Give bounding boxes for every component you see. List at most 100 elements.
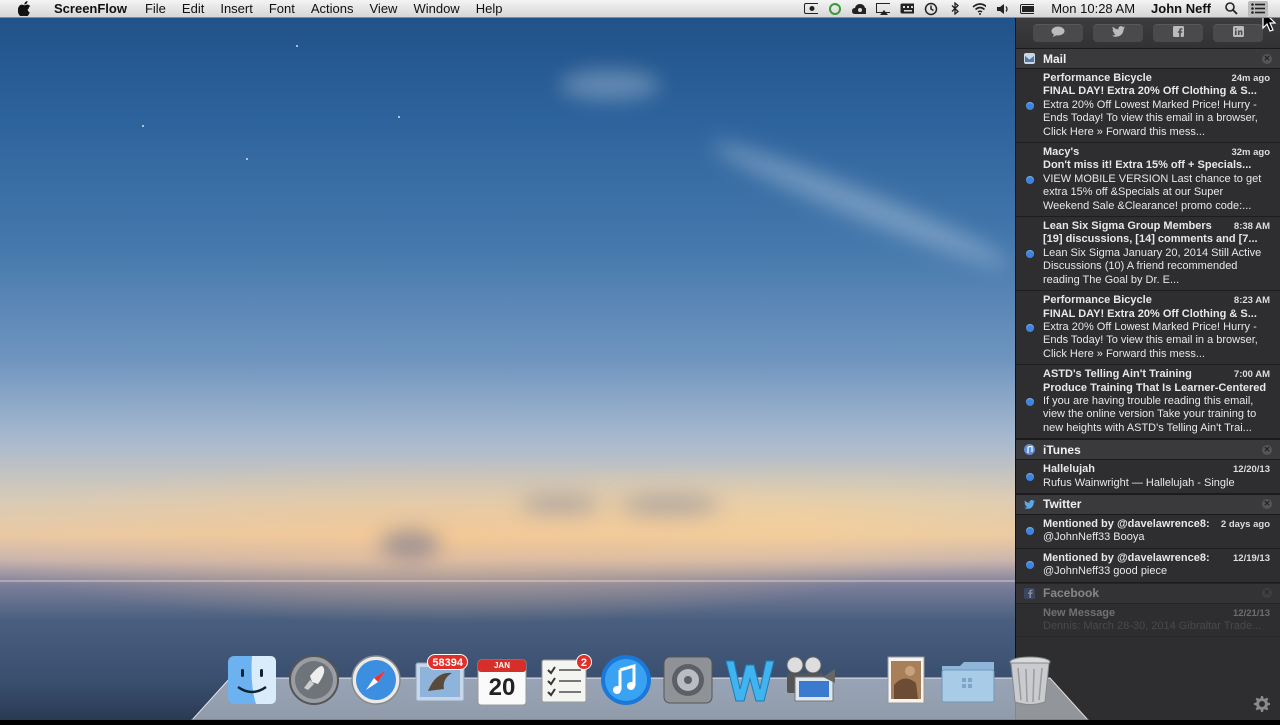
dock-item-system-preferences[interactable] <box>662 656 714 708</box>
notification-subject: FINAL DAY! Extra 20% Off Clothing & S... <box>1043 307 1257 320</box>
share-messages-button[interactable] <box>1033 24 1083 42</box>
battery-icon[interactable] <box>1020 3 1035 15</box>
calendar-icon: JAN 20 <box>477 658 527 706</box>
cloud-streak <box>706 131 1014 277</box>
time-machine-icon[interactable] <box>924 2 938 15</box>
dock-item-launchpad[interactable] <box>288 654 340 708</box>
menu-window[interactable]: Window <box>405 1 467 16</box>
section-header-twitter[interactable]: Twitter ✕ <box>1016 493 1280 515</box>
notification-time: 32m ago <box>1231 147 1270 159</box>
notification-list: Mail ✕ Performance Bicycle 24m ago FINAL … <box>1016 48 1280 638</box>
menu-actions[interactable]: Actions <box>303 1 362 16</box>
dock-item-imovie[interactable] <box>786 656 838 708</box>
unread-dot-icon <box>1026 249 1034 258</box>
dock-item-finder[interactable] <box>226 655 278 710</box>
notification-subject: Produce Training That Is Learner-Centere… <box>1043 381 1267 394</box>
dock-item-word[interactable] <box>724 656 776 708</box>
share-linkedin-button[interactable] <box>1213 24 1263 42</box>
section-header-facebook[interactable]: Facebook ✕ <box>1016 582 1280 604</box>
unread-dot-icon <box>1026 397 1034 406</box>
notification-body: Extra 20% Off Lowest Marked Price! Hurry… <box>1043 98 1258 138</box>
menu-edit[interactable]: Edit <box>174 1 212 16</box>
notification-item[interactable]: Performance Bicycle 8:23 AM FINAL DAY! Ex… <box>1016 291 1280 366</box>
dock-item-mail[interactable]: 58394 <box>414 654 468 708</box>
section-header-itunes[interactable]: iTunes ✕ <box>1016 439 1280 461</box>
star <box>398 116 400 118</box>
notification-item[interactable]: Hallelujah 12/20/13 Rufus Wainwright — Ha… <box>1016 460 1280 494</box>
notification-item[interactable]: New Message 12/21/13 Dennis: March 28-30,… <box>1016 604 1280 638</box>
dock-item-safari[interactable] <box>350 654 402 708</box>
imovie-icon <box>785 655 839 710</box>
volume-icon[interactable] <box>996 3 1010 15</box>
notification-item[interactable]: Performance Bicycle 24m ago FINAL DAY! Ex… <box>1016 69 1280 144</box>
cloud <box>520 495 600 513</box>
keyboard-icon[interactable] <box>900 3 915 15</box>
share-facebook-button[interactable] <box>1153 24 1203 42</box>
screenflow-record-icon[interactable] <box>804 3 819 15</box>
notification-time: 8:38 AM <box>1233 221 1270 233</box>
notification-time: 7:00 AM <box>1233 369 1270 381</box>
section-title: Facebook <box>1043 586 1100 601</box>
unread-dot-icon <box>1026 101 1034 110</box>
menu-clock[interactable]: Mon 10:28 AM <box>1039 1 1143 16</box>
notification-time: 8:23 AM <box>1233 295 1270 307</box>
unread-dot-icon <box>1026 323 1034 332</box>
notification-sender: New Message <box>1043 606 1116 619</box>
notification-body: If you are having trouble reading this e… <box>1043 394 1257 434</box>
menu-insert[interactable]: Insert <box>212 1 261 16</box>
close-section-icon[interactable]: ✕ <box>1262 444 1272 455</box>
notification-sender: Mentioned by @davelawrence8: <box>1043 551 1210 564</box>
notification-sender: Macy's <box>1043 146 1080 159</box>
wifi-icon[interactable] <box>972 2 987 15</box>
reminders-badge: 2 <box>575 654 592 670</box>
close-section-icon[interactable]: ✕ <box>1262 588 1272 599</box>
messages-icon <box>1051 24 1065 42</box>
notification-body: @JohnNeff33 good piece <box>1043 565 1168 578</box>
menu-font[interactable]: Font <box>261 1 303 16</box>
section-title: iTunes <box>1043 442 1081 457</box>
dock-item-trash[interactable] <box>1004 656 1056 708</box>
notification-item[interactable]: Mentioned by @davelawrence8: 2 days ago @… <box>1016 515 1280 549</box>
applications-folder-icon <box>940 656 996 709</box>
finder-icon <box>227 655 277 710</box>
notification-body: @JohnNeff33 Booya <box>1043 531 1145 544</box>
itunes-app-icon <box>1024 444 1035 456</box>
dock: 58394 JAN 20 2 <box>0 650 1051 710</box>
unread-dot-icon <box>1026 561 1034 570</box>
menu-app-name[interactable]: ScreenFlow <box>46 1 137 16</box>
dock-item-itunes[interactable] <box>600 654 652 708</box>
system-preferences-icon <box>662 655 714 710</box>
dock-item-applications-folder[interactable] <box>940 656 996 709</box>
notification-body: VIEW MOBILE VERSION Last chance to get e… <box>1043 172 1262 212</box>
menu-help[interactable]: Help <box>468 1 511 16</box>
section-header-mail[interactable]: Mail ✕ <box>1016 48 1280 69</box>
dock-item-calendar[interactable]: JAN 20 <box>476 656 528 708</box>
notification-item[interactable]: ASTD's Telling Ain't Training 7:00 AM Pro… <box>1016 365 1280 440</box>
notification-item[interactable]: Lean Six Sigma Group Members 8:38 AM [19]… <box>1016 217 1280 292</box>
dock-item-photo-stack[interactable] <box>880 656 932 708</box>
cloud <box>380 530 440 560</box>
airplay-icon[interactable] <box>876 2 891 15</box>
menu-file[interactable]: File <box>137 1 174 16</box>
dock-item-reminders[interactable]: 2 <box>538 654 592 708</box>
apple-menu-icon[interactable] <box>16 1 32 17</box>
sync-icon[interactable] <box>828 2 842 15</box>
bluetooth-icon[interactable] <box>948 2 962 15</box>
notification-subject: Don't miss it! Extra 15% off + Specials.… <box>1043 159 1252 172</box>
mail-unread-badge: 58394 <box>427 654 468 670</box>
menu-view[interactable]: View <box>362 1 406 16</box>
close-section-icon[interactable]: ✕ <box>1262 499 1272 510</box>
notification-item[interactable]: Macy's 32m ago Don't miss it! Extra 15% o… <box>1016 143 1280 218</box>
notification-center-icon[interactable] <box>1248 0 1268 17</box>
star <box>246 158 248 160</box>
notification-sender: Lean Six Sigma Group Members <box>1043 220 1212 233</box>
close-section-icon[interactable]: ✕ <box>1262 53 1272 64</box>
notification-settings-gear-icon[interactable] <box>1254 696 1270 712</box>
linkedin-icon <box>1232 24 1244 42</box>
notification-sender: Performance Bicycle <box>1043 72 1152 84</box>
notification-item[interactable]: Mentioned by @davelawrence8: 12/19/13 @Jo… <box>1016 549 1280 583</box>
creative-cloud-icon[interactable] <box>852 3 867 15</box>
spotlight-search-icon[interactable] <box>1224 2 1238 15</box>
fast-user-switch[interactable]: John Neff <box>1143 1 1219 16</box>
share-twitter-button[interactable] <box>1093 24 1143 42</box>
